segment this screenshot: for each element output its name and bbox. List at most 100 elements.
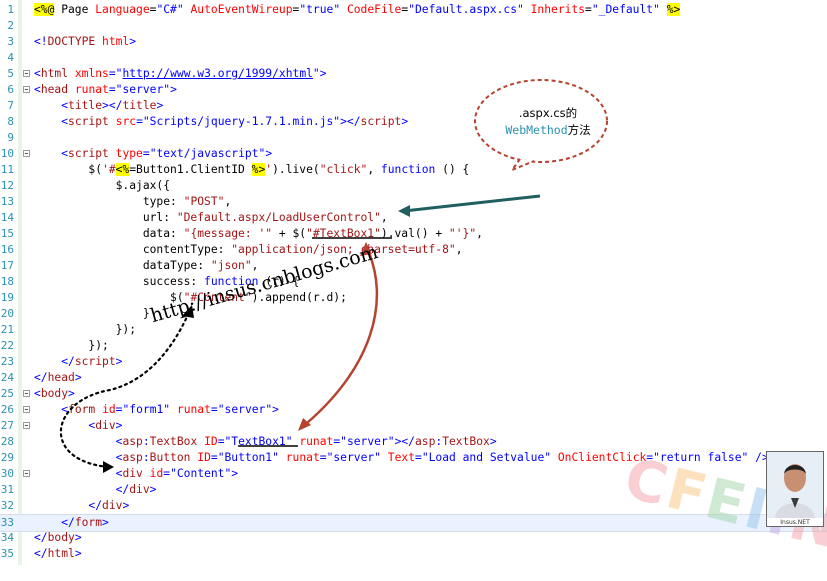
collapse-toggle-icon[interactable] xyxy=(23,422,30,429)
code-token: < xyxy=(34,83,41,96)
callout-line1: .aspx.cs的 xyxy=(518,106,578,120)
code-line[interactable]: 6 <head runat="server"> xyxy=(0,82,827,98)
code-line[interactable]: 11 $('#<%=Button1.ClientID %>').live("cl… xyxy=(0,162,827,178)
code-line[interactable]: 18 success: function (r) { xyxy=(0,274,827,290)
code-token: ).live( xyxy=(272,163,320,176)
code-line[interactable]: 25 <body> xyxy=(0,386,827,402)
collapse-toggle-icon[interactable] xyxy=(23,70,30,77)
code-line[interactable]: 34 </body> xyxy=(0,530,827,546)
code-line[interactable]: 24 </head> xyxy=(0,370,827,386)
code-line[interactable]: 23 </script> xyxy=(0,354,827,370)
code-line[interactable]: 20 } xyxy=(0,306,827,322)
code-line[interactable]: 28 <asp:TextBox ID="TextBox1" runat="ser… xyxy=(0,434,827,450)
code-text: <asp:TextBox ID="TextBox1" runat="server… xyxy=(34,434,497,450)
line-number: 32 xyxy=(0,499,14,512)
code-line[interactable]: 5 <html xmlns= "http://www.w3.org/1999/xht… xyxy=(0,66,827,82)
code-line[interactable]: 22 }); xyxy=(0,338,827,354)
code-token: > xyxy=(319,67,327,80)
code-token: > xyxy=(102,516,109,529)
code-line[interactable]: 21 }); xyxy=(0,322,827,338)
code-token: "json" xyxy=(210,259,252,272)
code-token: runat xyxy=(176,403,211,416)
code-line[interactable]: 1 <%@ Page Language="C#" AutoEventWireup=… xyxy=(0,2,827,18)
code-line[interactable]: 8 <script src="Scripts/jquery-1.7.1.min.… xyxy=(0,114,827,130)
collapse-toggle-icon[interactable] xyxy=(23,86,30,93)
collapse-toggle-icon[interactable] xyxy=(23,390,30,397)
code-token: , xyxy=(476,227,483,240)
code-line[interactable]: 13 type: "POST", xyxy=(0,194,827,210)
code-token: < xyxy=(61,99,69,112)
code-token: ></ xyxy=(394,435,415,448)
line-number: 23 xyxy=(0,355,14,368)
code-text: url: "Default.aspx/LoadUserControl", xyxy=(34,210,388,226)
code-line[interactable]: 17 dataType: "json", xyxy=(0,258,827,274)
code-line[interactable]: 26 <form id="form1" runat="server"> xyxy=(0,402,827,418)
line-number: 7 xyxy=(7,99,14,112)
code-line[interactable]: 19 $("#Content").append(r.d); xyxy=(0,290,827,306)
collapse-toggle-icon[interactable] xyxy=(23,406,30,413)
code-token: = xyxy=(136,115,143,128)
code-token: runat xyxy=(74,83,109,96)
code-token: "#TextBox1" xyxy=(306,227,381,240)
code-token: contentType: xyxy=(34,243,232,256)
code-token: <! xyxy=(34,35,48,48)
code-token: script xyxy=(68,147,109,160)
code-token: CodeFile xyxy=(346,3,402,16)
code-token: "Load and Setvalue" xyxy=(421,451,552,464)
code-token: "server" xyxy=(115,83,171,96)
code-token: } xyxy=(34,307,150,320)
collapse-toggle-icon[interactable] xyxy=(23,470,30,477)
code-token: "click" xyxy=(319,163,368,176)
code-token: > xyxy=(74,547,82,560)
callout-suffix: 方法 xyxy=(567,123,591,137)
line-number: 31 xyxy=(0,483,14,496)
code-text: </body> xyxy=(34,530,82,546)
code-token: "'}" xyxy=(448,227,477,240)
line-number: 11 xyxy=(0,163,14,176)
code-token: </ xyxy=(115,483,130,496)
line-number: 9 xyxy=(7,131,14,144)
line-number: 15 xyxy=(0,227,14,240)
code-line[interactable]: 14 url: "Default.aspx/LoadUserControl", xyxy=(0,210,827,226)
code-line[interactable]: 4 xyxy=(0,50,827,66)
code-line[interactable]: 35 </html> xyxy=(0,546,827,562)
code-token: Text xyxy=(387,451,416,464)
collapse-toggle-icon[interactable] xyxy=(23,150,30,157)
code-token: "server" xyxy=(326,451,381,464)
code-token: "Default.aspx.cs" xyxy=(408,3,524,16)
author-portrait xyxy=(767,452,823,518)
code-line[interactable]: 12 $.ajax({ xyxy=(0,178,827,194)
code-text: <html xmlns= "http://www.w3.org/1999/xhtm… xyxy=(34,66,327,82)
code-token: "Button1" xyxy=(217,451,279,464)
code-line[interactable]: 16 contentType: "application/json; chars… xyxy=(0,242,827,258)
code-token: dataType: xyxy=(34,259,211,272)
code-line[interactable]: 10 <script type="text/javascript"> xyxy=(0,146,827,162)
line-number: 8 xyxy=(7,115,14,128)
code-line[interactable]: 7 <title></title> xyxy=(0,98,827,114)
code-token: = xyxy=(142,147,150,160)
code-line[interactable]: 9 xyxy=(0,130,827,146)
line-number: 22 xyxy=(0,339,14,352)
code-token: title xyxy=(68,99,103,112)
code-line[interactable]: 27 <div> xyxy=(0,418,827,434)
code-line[interactable]: 15 data: "{message: '" + $("#TextBox1").… xyxy=(0,226,827,242)
code-token: "server" xyxy=(340,435,395,448)
code-token: script xyxy=(360,115,402,128)
code-text: }); xyxy=(34,322,136,338)
code-line[interactable]: 2 xyxy=(0,18,827,34)
code-token: "true" xyxy=(299,3,341,16)
callout-line2: WebMethod方法 xyxy=(488,122,608,139)
code-text: data: "{message: '" + $("#TextBox1").val… xyxy=(34,226,483,242)
code-line[interactable]: 3 <!DOCTYPE html> xyxy=(0,34,827,50)
line-number: 29 xyxy=(0,451,14,464)
